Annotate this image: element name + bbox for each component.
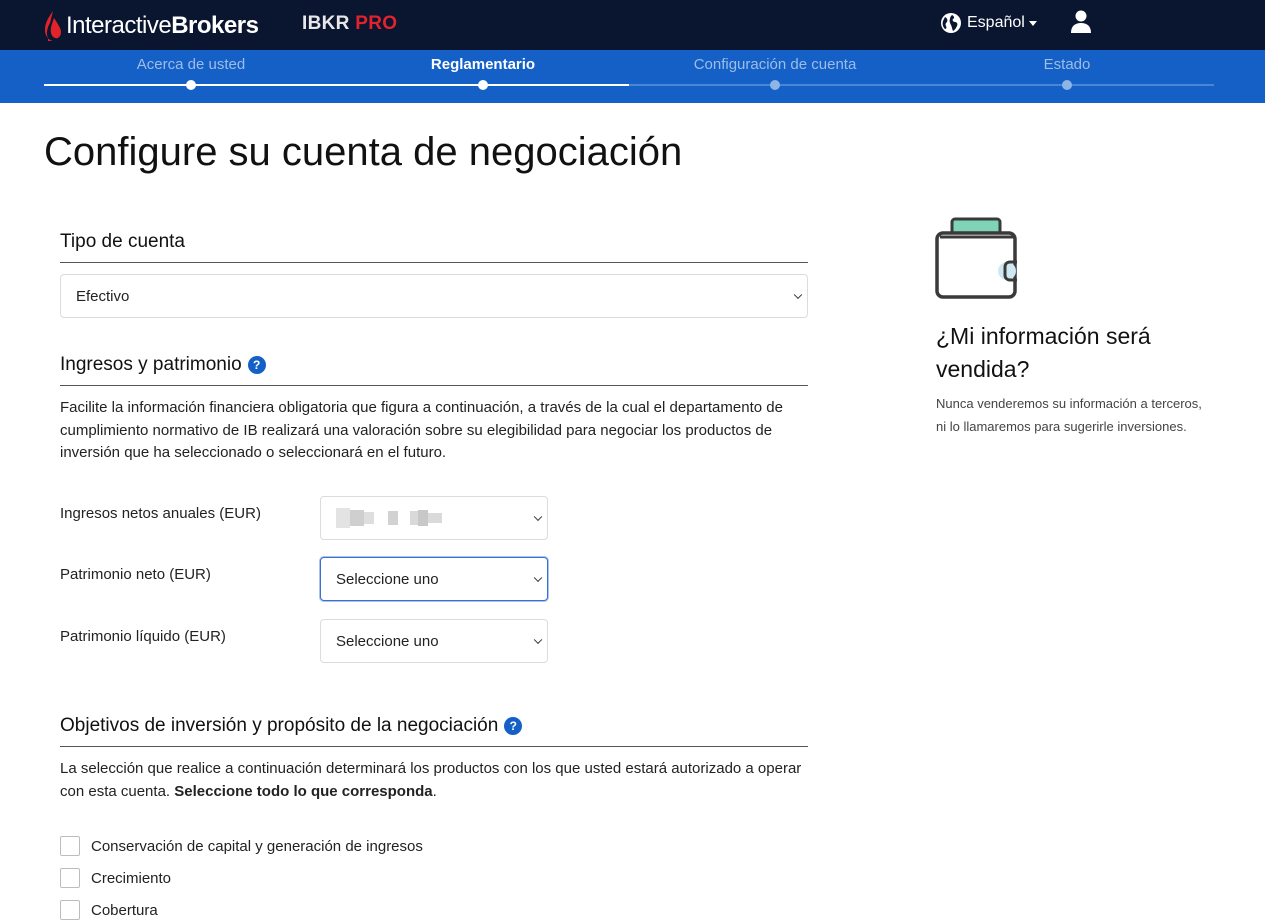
annual-income-label: Ingresos netos anuales (EUR) (60, 505, 261, 522)
income-networth-heading: Ingresos y patrimonio ? (60, 354, 808, 386)
language-selector[interactable]: Español (940, 11, 1037, 35)
progress-steps: Acerca de usted Reglamentario Configurac… (0, 50, 1265, 103)
checkbox[interactable] (60, 900, 80, 920)
objectives-description: La selección que realice a continuación … (60, 760, 802, 800)
liquid-net-worth-value: Seleccione uno (336, 632, 439, 650)
account-type-value: Efectivo (76, 287, 130, 305)
interactive-brokers-logo[interactable]: InteractiveBrokers (44, 6, 259, 46)
chevron-down-icon (793, 290, 803, 300)
flame-logo-icon (45, 11, 62, 41)
help-icon[interactable]: ? (247, 356, 266, 374)
globe-icon (941, 13, 961, 33)
step-label-account-configuration[interactable]: Configuración de cuenta (655, 56, 895, 73)
step-dot-regulatory (478, 80, 488, 90)
account-type-select[interactable]: Efectivo (60, 274, 808, 318)
net-worth-select[interactable]: Seleccione uno (320, 557, 548, 601)
top-navbar: InteractiveBrokers IBKR PRO Español (0, 0, 1265, 50)
step-label-about-you[interactable]: Acerca de usted (71, 56, 311, 73)
caret-down-icon (1028, 20, 1037, 26)
chevron-down-icon (533, 512, 543, 522)
page-title: Configure su cuenta de negociación (44, 130, 683, 174)
language-label: Español (967, 14, 1025, 31)
step-label-regulatory[interactable]: Reglamentario (363, 56, 603, 73)
user-account-icon[interactable] (1070, 10, 1092, 34)
step-dot-account-configuration (770, 80, 780, 90)
step-dot-status (1062, 80, 1072, 90)
step-dot-about-you (186, 80, 196, 90)
annual-income-select[interactable] (320, 496, 548, 540)
income-description: Facilite la información financiera oblig… (60, 399, 783, 461)
objective-growth[interactable]: Crecimiento (60, 866, 171, 890)
brand-name: InteractiveBrokers (66, 12, 259, 39)
account-type-heading: Tipo de cuenta (60, 231, 808, 263)
chevron-down-icon (533, 573, 543, 583)
wallet-icon (935, 217, 1017, 299)
step-label-status[interactable]: Estado (947, 56, 1187, 73)
liquid-net-worth-label: Patrimonio líquido (EUR) (60, 628, 226, 645)
redacted-value (336, 508, 442, 528)
checkbox[interactable] (60, 868, 80, 888)
checkbox[interactable] (60, 836, 80, 856)
objective-capital-preservation[interactable]: Conservación de capital y generación de … (60, 834, 423, 858)
net-worth-value: Seleccione uno (336, 570, 439, 588)
investment-objectives-heading: Objetivos de inversión y propósito de la… (60, 715, 808, 747)
progress-track-completed (44, 84, 629, 86)
aside-text: Nunca venderemos su información a tercer… (936, 396, 1202, 434)
chevron-down-icon (533, 635, 543, 645)
help-icon[interactable]: ? (504, 717, 523, 735)
net-worth-label: Patrimonio neto (EUR) (60, 566, 211, 583)
product-name: IBKR PRO (302, 13, 398, 34)
aside-title: ¿Mi información será vendida? (936, 323, 1151, 382)
objective-hedging[interactable]: Cobertura (60, 898, 158, 922)
liquid-net-worth-select[interactable]: Seleccione uno (320, 619, 548, 663)
